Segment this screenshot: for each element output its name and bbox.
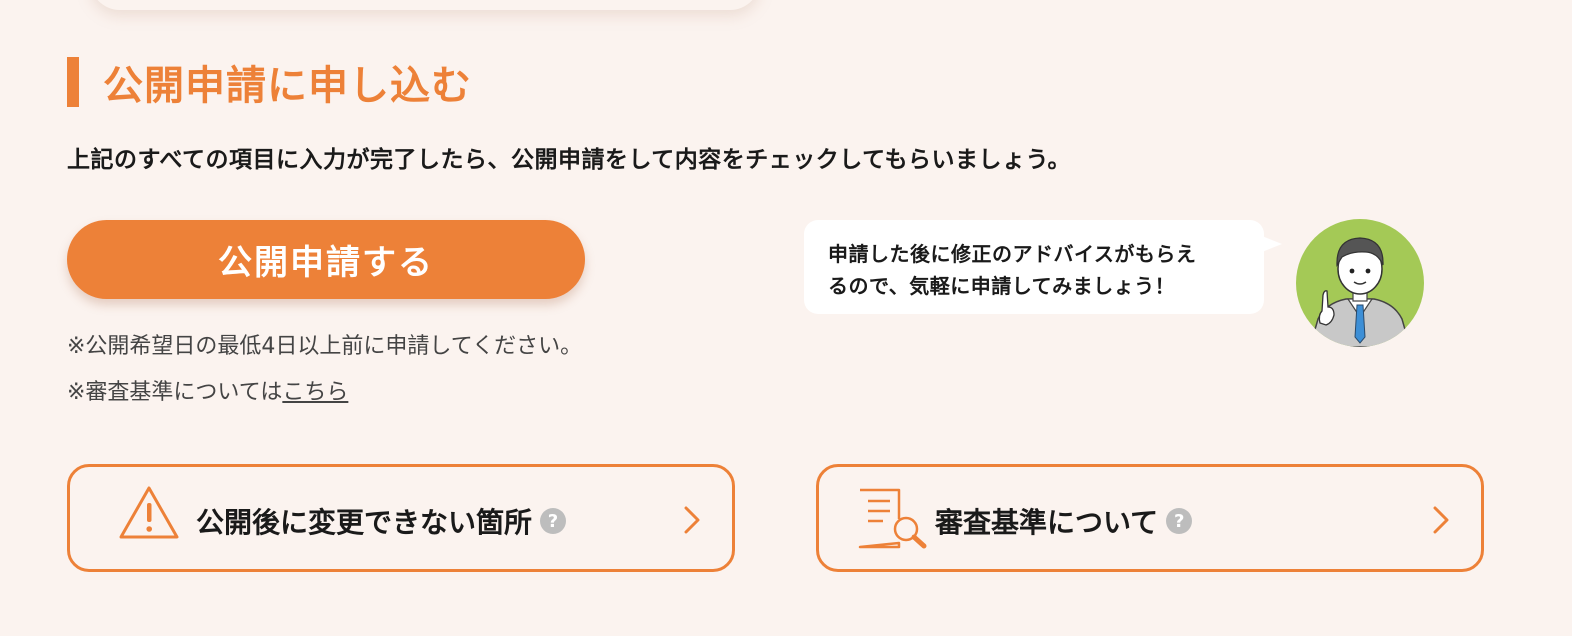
intro-text: 上記のすべての項目に入力が完了したら、公開申請をして内容をチェックしてもらいまし… — [67, 147, 1072, 173]
heading-accent-bar — [67, 57, 79, 107]
advice-line-2: るので、気軽に申請してみましょう！ — [828, 274, 1176, 298]
warning-icon — [119, 486, 179, 539]
review-criteria-label: 審査基準について — [935, 506, 1159, 539]
criteria-note: ※審査基準についてはこちら — [67, 374, 348, 406]
unchangeable-items-label: 公開後に変更できない箇所 — [196, 506, 533, 539]
review-criteria-card[interactable]: 審査基準について ? — [816, 464, 1484, 572]
section-heading: 公開申請に申し込む — [67, 56, 472, 109]
review-criteria-title: 審査基準について ? — [935, 501, 1193, 541]
document-search-icon — [858, 488, 927, 549]
top-card-edge — [90, 0, 760, 10]
unchangeable-items-title: 公開後に変更できない箇所 ? — [196, 501, 567, 541]
chevron-right-icon — [1433, 506, 1449, 534]
unchangeable-items-card[interactable]: 公開後に変更できない箇所 ? — [67, 464, 735, 572]
advice-speech-bubble: 申請した後に修正のアドバイスがもらえ るので、気軽に申請してみましょう！ — [804, 220, 1264, 314]
apply-publish-button[interactable]: 公開申請する — [67, 220, 585, 299]
advisor-avatar — [1296, 219, 1424, 347]
criteria-note-prefix: ※審査基準については — [67, 380, 283, 405]
help-icon[interactable]: ? — [1166, 508, 1193, 534]
chevron-right-icon — [684, 506, 700, 534]
help-icon[interactable]: ? — [540, 508, 567, 534]
speech-bubble-tail — [1262, 236, 1282, 252]
deadline-note: ※公開希望日の最低4日以上前に申請してください。 — [67, 334, 583, 359]
section-title: 公開申請に申し込む — [103, 63, 472, 109]
criteria-link[interactable]: こちら — [282, 380, 348, 405]
advice-line-1: 申請した後に修正のアドバイスがもらえ — [828, 242, 1197, 266]
